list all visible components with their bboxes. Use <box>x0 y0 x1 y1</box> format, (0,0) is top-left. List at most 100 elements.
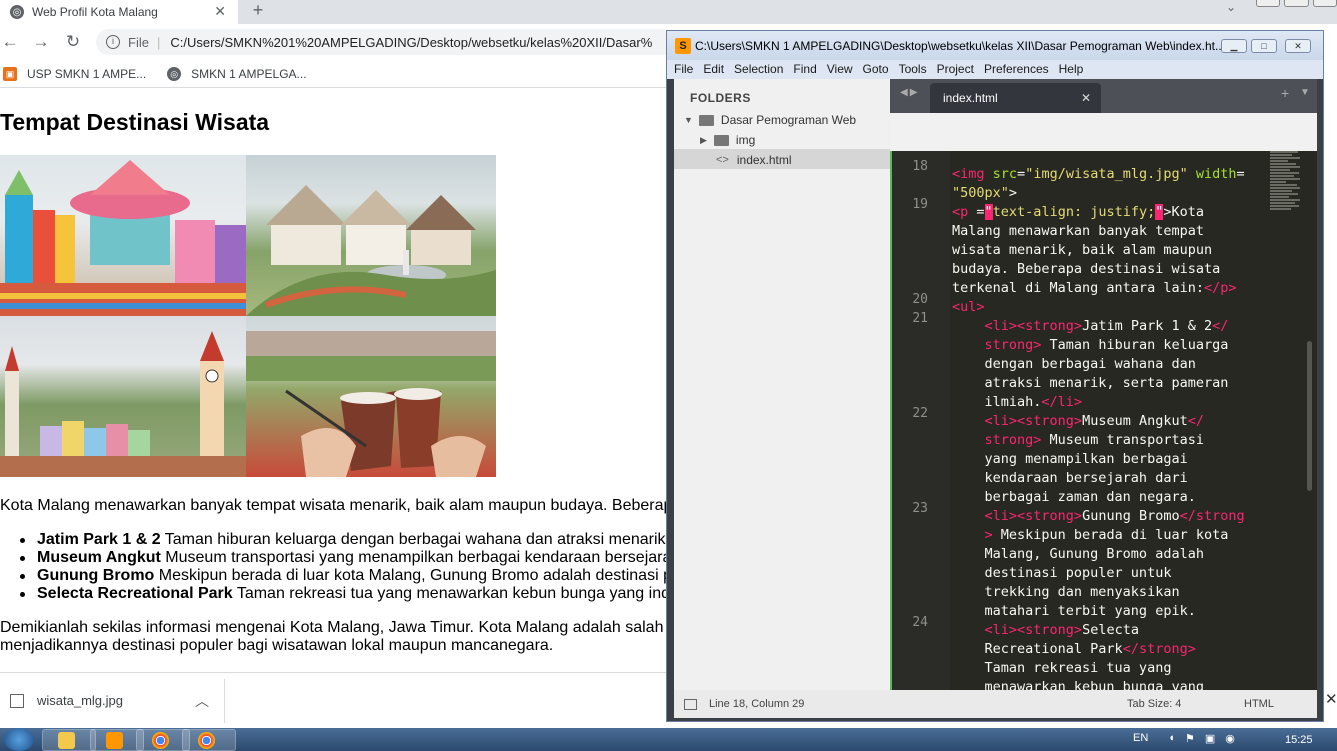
divider <box>224 679 225 723</box>
menu-find[interactable]: Find <box>793 60 816 79</box>
intro-paragraph: Kota Malang menawarkan banyak tempat wis… <box>0 497 666 514</box>
bookmark-label: USP SMKN 1 AMPE... <box>27 66 147 81</box>
taskbar-explorer[interactable] <box>42 729 96 751</box>
caret-right-icon[interactable]: ▶ <box>700 135 707 146</box>
line-number: 23 <box>912 501 928 516</box>
browser-tab-strip: ◎ Web Profil Kota Malang ✕ + ⌄ <box>0 0 1337 24</box>
menu-preferences[interactable]: Preferences <box>984 60 1049 79</box>
line-number: 21 <box>912 311 928 326</box>
line-number: 24 <box>912 615 928 630</box>
line-number: 22 <box>912 406 928 421</box>
forward-icon[interactable]: → <box>31 32 51 52</box>
back-icon[interactable]: ← <box>0 32 20 52</box>
destination-name: Jatim Park 1 & 2 <box>37 531 161 548</box>
line-number: 20 <box>912 292 928 307</box>
maximize-button[interactable]: □ <box>1251 39 1277 53</box>
flag-icon[interactable]: ⚑ <box>1185 732 1195 745</box>
destination-list: Jatim Park 1 & 2 Taman hiburan keluarga … <box>20 531 666 603</box>
menu-tools[interactable]: Tools <box>899 60 927 79</box>
list-item: Museum Angkut Museum transportasi yang m… <box>20 549 666 567</box>
code-editor[interactable]: 18 19 20 21 22 23 24 <img src="img/wisat… <box>890 151 1317 690</box>
start-button[interactable] <box>4 728 34 751</box>
close-button[interactable]: ✕ <box>1285 39 1311 53</box>
tab-nav-icon[interactable]: ◀▶ <box>900 87 919 98</box>
tab-search-icon[interactable]: ⌄ <box>1226 0 1236 14</box>
destination-desc: Taman rekreasi tua yang menawarkan kebun… <box>232 585 666 602</box>
network-icon[interactable]: ▣ <box>1205 732 1215 745</box>
folder-icon <box>713 134 729 146</box>
folder-img[interactable]: ▶ img <box>700 133 755 147</box>
line-number: 19 <box>912 197 928 212</box>
close-icon[interactable]: ✕ <box>1081 91 1091 105</box>
menu-bar: File Edit Selection Find View Goto Tools… <box>667 60 1323 79</box>
cursor-position: Line 18, Column 29 <box>709 698 805 710</box>
folder-label: img <box>735 133 756 147</box>
clock[interactable]: 15:25 <box>1285 734 1313 746</box>
menu-edit[interactable]: Edit <box>703 60 724 79</box>
reload-icon[interactable]: ↻ <box>63 32 83 52</box>
chrome-icon <box>152 732 169 749</box>
language-indicator[interactable]: EN <box>1133 732 1148 745</box>
close-tab-icon[interactable]: ✕ <box>214 3 226 20</box>
minimap[interactable] <box>1270 151 1302 291</box>
destination-name: Gunung Bromo <box>37 567 155 584</box>
status-bar: Line 18, Column 29 Tab Size: 4 HTML <box>674 690 1317 718</box>
menu-project[interactable]: Project <box>937 60 974 79</box>
caret-down-icon[interactable]: ▼ <box>684 115 693 125</box>
taskbar: EN ◖ ⚑ ▣ ◉ 15:25 <box>0 728 1337 751</box>
window-title: C:\Users\SMKN 1 AMPELGADING\Desktop\webs… <box>695 38 1225 53</box>
notification-icon[interactable]: ◉ <box>1225 732 1235 745</box>
folder-open-icon <box>698 114 714 126</box>
destination-name: Selecta Recreational Park <box>37 585 233 602</box>
editor-tab[interactable]: index.html ✕ <box>930 83 1101 113</box>
bookmark-smkn[interactable]: ◎ SMKN 1 AMPELGA... <box>167 66 307 81</box>
download-item[interactable]: wisata_mlg.jpg <box>37 693 123 708</box>
destination-name: Museum Angkut <box>37 549 161 566</box>
syntax-mode[interactable]: HTML <box>1244 698 1274 710</box>
volume-icon[interactable]: ◖ <box>1168 732 1175 745</box>
folder-icon <box>58 732 75 749</box>
sublime-logo-icon: S <box>675 37 691 54</box>
menu-view[interactable]: View <box>827 60 853 79</box>
tab-label: index.html <box>943 91 998 105</box>
chevron-down-icon[interactable]: ▼ <box>1300 87 1310 98</box>
globe-icon: ◎ <box>10 5 24 19</box>
sublime-icon <box>106 732 123 749</box>
menu-help[interactable]: Help <box>1059 60 1084 79</box>
info-icon[interactable]: i <box>106 35 120 49</box>
folders-header: FOLDERS <box>690 91 751 105</box>
menu-file[interactable]: File <box>674 60 693 79</box>
bookmark-usp[interactable]: ▣ USP SMKN 1 AMPE... <box>3 66 147 81</box>
line-gutter: 18 19 20 21 22 23 24 <box>892 151 950 690</box>
folder-root[interactable]: ▼ Dasar Pemograman Web <box>684 113 856 127</box>
chevron-up-icon[interactable]: ︿ <box>195 691 209 711</box>
close-icon[interactable]: ✕ <box>1325 690 1337 708</box>
taskbar-chrome-2[interactable] <box>182 729 236 751</box>
file-index[interactable]: <> index.html <box>716 153 792 167</box>
window-controls[interactable] <box>1256 0 1337 8</box>
globe-icon: ◎ <box>167 66 182 81</box>
address-bar[interactable]: i File | C:/Users/SMKN%201%20AMPELGADING… <box>96 29 676 55</box>
code-file-icon: <> <box>716 154 729 166</box>
folder-sidebar: FOLDERS ▼ Dasar Pemograman Web ▶ img <> … <box>674 79 890 690</box>
menu-selection[interactable]: Selection <box>734 60 783 79</box>
menu-goto[interactable]: Goto <box>863 60 889 79</box>
system-tray: EN ◖ ⚑ ▣ ◉ <box>1133 732 1235 745</box>
destination-desc: Meskipun berada di luar kota Malang, Gun… <box>154 567 666 584</box>
page-heading: Tempat Destinasi Wisata <box>0 109 270 135</box>
bookmarks-bar: ▣ USP SMKN 1 AMPE... ◎ SMKN 1 AMPELGA... <box>0 60 680 88</box>
address-url: C:/Users/SMKN%201%20AMPELGADING/Desktop/… <box>170 34 653 50</box>
editor-scrollbar[interactable] <box>1307 341 1312 491</box>
code-text: <img src="img/wisata_mlg.jpg" width= "50… <box>952 166 1245 690</box>
new-tab-button[interactable]: + <box>248 0 268 22</box>
image-file-icon <box>10 693 24 708</box>
tab-size[interactable]: Tab Size: 4 <box>1127 698 1181 710</box>
file-label: index.html <box>736 153 792 167</box>
minimize-button[interactable]: ▁ <box>1221 39 1247 53</box>
browser-tab[interactable]: ◎ Web Profil Kota Malang ✕ <box>0 0 238 24</box>
chrome-icon <box>198 732 215 749</box>
closing-line: Demikianlah sekilas informasi mengenai K… <box>0 619 666 636</box>
downloads-bar: wisata_mlg.jpg ︿ <box>0 672 680 728</box>
panel-toggle-icon[interactable] <box>684 698 697 710</box>
plus-icon[interactable]: + <box>1281 85 1289 101</box>
